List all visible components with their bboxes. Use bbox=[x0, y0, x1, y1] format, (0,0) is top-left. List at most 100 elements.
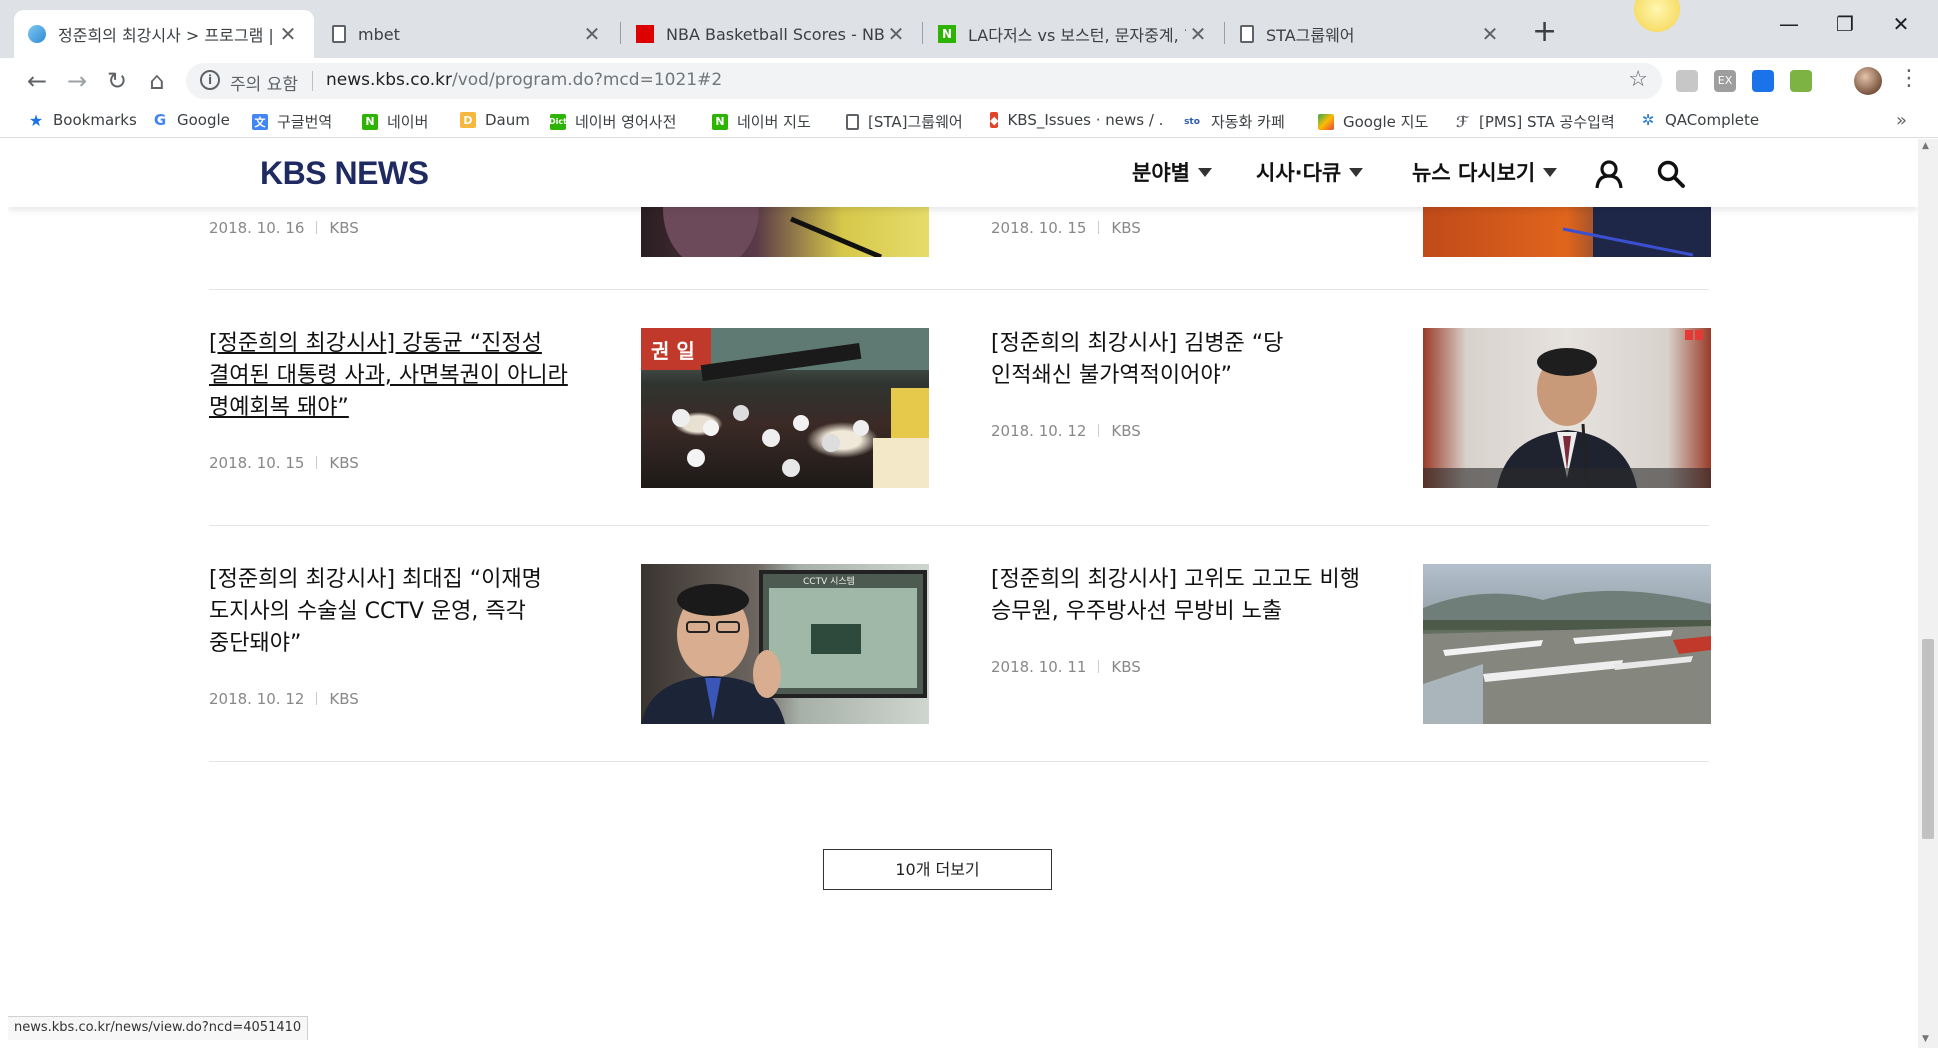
article-meta: 2018. 10. 15 KBS bbox=[209, 454, 359, 472]
nav-item-current-affairs[interactable]: 시사·다큐 bbox=[1256, 157, 1364, 187]
browser-tab-active[interactable]: 정준희의 최강시사 > 프로그램 | ✕ bbox=[14, 10, 314, 58]
nav-label: 뉴스 다시보기 bbox=[1412, 161, 1536, 185]
new-tab-button[interactable]: + bbox=[1532, 14, 1557, 49]
search-icon[interactable] bbox=[1656, 159, 1686, 189]
article-title[interactable]: [정준희의 최강시사] 고위도 고고도 비행 승무원, 우주방사선 무방비 노출 bbox=[991, 564, 1361, 628]
cctv-sign-text: CCTV 시스템 bbox=[803, 575, 855, 587]
restore-button[interactable]: ❐ bbox=[1820, 12, 1870, 36]
scroll-thumb[interactable] bbox=[1922, 639, 1934, 839]
theme-sun-decoration bbox=[1634, 0, 1680, 32]
close-icon[interactable]: ✕ bbox=[580, 22, 604, 46]
meta-separator bbox=[1098, 424, 1100, 437]
translate-icon: 文 bbox=[252, 113, 268, 130]
extension-icon[interactable]: EX bbox=[1714, 70, 1736, 92]
article-thumbnail[interactable]: 권 일 bbox=[641, 328, 929, 488]
menu-dots-icon[interactable]: ⋮ bbox=[1898, 66, 1920, 91]
back-button[interactable]: ← bbox=[20, 64, 54, 98]
article-thumbnail[interactable] bbox=[1423, 564, 1711, 724]
bookmark-item[interactable]: G Google bbox=[152, 111, 230, 129]
bookmark-label: KBS_Issues · news / ... bbox=[1007, 111, 1162, 129]
bookmark-item[interactable]: N 네이버 지도 bbox=[712, 111, 811, 132]
bookmark-item[interactable]: ℱ [PMS] STA 공수입력 bbox=[1454, 111, 1615, 132]
star-icon: ★ bbox=[28, 110, 44, 130]
close-icon[interactable]: ✕ bbox=[1186, 22, 1210, 46]
bookmark-item[interactable]: N 네이버 bbox=[362, 111, 428, 132]
bookmarks-overflow-button[interactable]: » bbox=[1896, 110, 1907, 131]
close-icon[interactable]: ✕ bbox=[1478, 22, 1502, 46]
extension-icon[interactable] bbox=[1676, 70, 1698, 92]
dict-icon: Dict bbox=[549, 113, 567, 130]
address-bar[interactable]: i 주의 요함 news.kbs.co.kr/vod/program.do?mc… bbox=[186, 63, 1662, 99]
article-item[interactable]: [정준희의 최강시사] 강동균 “진정성 결여된 대통령 사과, 사면복권이 아… bbox=[209, 328, 929, 488]
reload-button[interactable]: ↻ bbox=[100, 64, 134, 98]
bookmark-item[interactable]: ✲ QAComplete bbox=[1640, 111, 1759, 129]
browser-tab[interactable]: STA그룹웨어 ✕ bbox=[1226, 10, 1516, 58]
close-icon[interactable]: ✕ bbox=[276, 22, 300, 46]
bookmark-item[interactable]: ★ Bookmarks bbox=[28, 110, 137, 130]
extension-icon[interactable] bbox=[1752, 70, 1774, 92]
url-text[interactable]: news.kbs.co.kr/vod/program.do?mcd=1021#2 bbox=[326, 70, 722, 90]
article-item[interactable]: [정준희의 최강시사] 김병준 “당 인적쇄신 불가역적이어야” 2018. 1… bbox=[991, 328, 1711, 488]
nav-label: 분야별 bbox=[1132, 161, 1190, 185]
bookmark-item[interactable]: 文 구글번역 bbox=[252, 111, 332, 132]
article-title[interactable]: [정준희의 최강시사] 최대집 “이재명 도지사의 수술실 CCTV 운영, 즉… bbox=[209, 564, 579, 660]
browser-tab[interactable]: N LA다저스 vs 보스턴, 문자중계, 7 ✕ bbox=[924, 10, 1224, 58]
bookmark-item[interactable]: Google 지도 bbox=[1318, 111, 1428, 132]
tab-separator bbox=[1224, 22, 1225, 44]
bookmark-star-icon[interactable]: ☆ bbox=[1628, 67, 1648, 92]
bookmark-item[interactable]: [STA]그룹웨어 bbox=[846, 111, 963, 132]
extension-icon[interactable] bbox=[1790, 70, 1812, 92]
maps-icon bbox=[1318, 113, 1334, 130]
bookmark-item[interactable]: D Daum bbox=[460, 111, 530, 129]
naver-icon: N bbox=[712, 113, 728, 130]
home-button[interactable]: ⌂ bbox=[140, 64, 174, 98]
minimize-button[interactable]: — bbox=[1764, 12, 1814, 36]
article-item[interactable]: [정준희의 최강시사] 최대집 “이재명 도지사의 수술실 CCTV 운영, 즉… bbox=[209, 564, 929, 724]
pms-icon: ℱ bbox=[1455, 112, 1469, 131]
omnibox-separator bbox=[312, 71, 313, 91]
bookmark-item[interactable]: Dict 네이버 영어사전 bbox=[549, 111, 676, 132]
nav-item-news-replay[interactable]: 뉴스 다시보기 bbox=[1412, 157, 1558, 187]
bookmark-label: 구글번역 bbox=[277, 113, 333, 131]
site-logo[interactable]: KBS NEWS bbox=[260, 155, 429, 192]
nav-label: 시사·다큐 bbox=[1256, 161, 1342, 185]
article-item[interactable]: [정준희의 최강시사] 고위도 고고도 비행 승무원, 우주방사선 무방비 노출… bbox=[991, 564, 1711, 724]
article-date: 2018. 10. 12 bbox=[991, 422, 1087, 440]
article-title[interactable]: [정준희의 최강시사] 강동균 “진정성 결여된 대통령 사과, 사면복권이 아… bbox=[209, 328, 579, 424]
forward-button[interactable]: → bbox=[60, 64, 94, 98]
row-divider bbox=[209, 525, 1709, 526]
close-icon[interactable]: ✕ bbox=[884, 22, 908, 46]
bookmark-label: Google bbox=[177, 111, 230, 129]
document-icon bbox=[846, 113, 859, 130]
window-close-button[interactable]: ✕ bbox=[1876, 12, 1926, 36]
scroll-up-icon[interactable]: ▲ bbox=[1922, 141, 1929, 151]
article-date: 2018. 10. 11 bbox=[991, 658, 1087, 676]
cafe-icon: sto bbox=[1184, 116, 1200, 127]
daum-icon: D bbox=[460, 112, 476, 128]
thumbnail-art bbox=[1423, 590, 1711, 724]
nav-item-categories[interactable]: 분야별 bbox=[1132, 157, 1212, 187]
row-divider bbox=[209, 289, 1709, 290]
user-icon[interactable] bbox=[1594, 159, 1624, 189]
load-more-button[interactable]: 10개 더보기 bbox=[823, 849, 1052, 890]
document-icon bbox=[1240, 25, 1254, 43]
scroll-down-icon[interactable]: ▼ bbox=[1922, 1034, 1929, 1044]
article-meta: 2018. 10. 12 KBS bbox=[991, 422, 1141, 440]
article-source: KBS bbox=[1111, 422, 1141, 440]
browser-tab[interactable]: mbet ✕ bbox=[318, 10, 618, 58]
page-scrollbar[interactable]: ▲ ▼ bbox=[1918, 139, 1938, 1048]
article-list: 2018. 10. 16 KBS 2018. 10. 15 KBS [정준희의 … bbox=[8, 139, 1918, 1048]
google-icon: G bbox=[153, 111, 167, 129]
article-title[interactable]: [정준희의 최강시사] 김병준 “당 인적쇄신 불가역적이어야” bbox=[991, 328, 1361, 392]
bookmark-item[interactable]: ◆ KBS_Issues · news / ... bbox=[990, 111, 1162, 129]
browser-tab[interactable]: NBA Basketball Scores - NBA Sc ✕ bbox=[622, 10, 922, 58]
bookmark-item[interactable]: sto 자동화 카페 bbox=[1182, 111, 1285, 132]
security-warning[interactable]: 주의 요함 bbox=[230, 70, 298, 95]
article-date: 2018. 10. 12 bbox=[209, 690, 305, 708]
info-icon[interactable]: i bbox=[200, 70, 220, 90]
article-meta: 2018. 10. 15 KBS bbox=[991, 219, 1141, 237]
profile-avatar[interactable] bbox=[1854, 67, 1882, 95]
article-thumbnail[interactable]: CCTV 시스템 bbox=[641, 564, 929, 724]
article-thumbnail[interactable] bbox=[1423, 328, 1711, 488]
meta-separator bbox=[1098, 221, 1100, 234]
